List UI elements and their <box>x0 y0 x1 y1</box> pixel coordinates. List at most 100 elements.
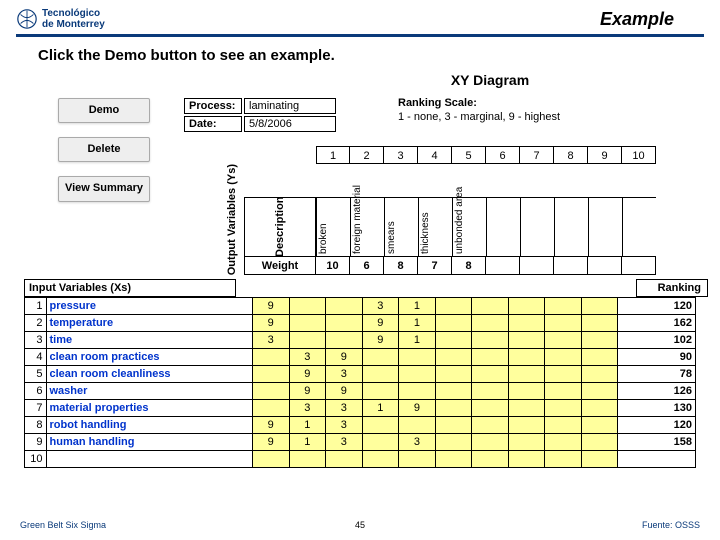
score-cell[interactable] <box>435 315 472 332</box>
score-cell[interactable]: 9 <box>362 332 399 349</box>
score-cell[interactable]: 3 <box>326 417 363 434</box>
score-cell[interactable]: 1 <box>362 400 399 417</box>
score-cell[interactable] <box>472 332 509 349</box>
score-cell[interactable] <box>252 366 289 383</box>
score-cell[interactable] <box>545 417 582 434</box>
score-cell[interactable] <box>289 332 326 349</box>
score-cell[interactable]: 3 <box>326 400 363 417</box>
score-cell[interactable] <box>435 417 472 434</box>
view-summary-button[interactable]: View Summary <box>58 176 150 201</box>
score-cell[interactable] <box>545 332 582 349</box>
score-cell[interactable] <box>545 366 582 383</box>
score-cell[interactable] <box>362 434 399 451</box>
score-cell[interactable]: 1 <box>399 332 436 349</box>
score-cell[interactable] <box>581 315 618 332</box>
score-cell[interactable] <box>326 451 363 468</box>
score-cell[interactable] <box>399 349 436 366</box>
score-cell[interactable] <box>545 298 582 315</box>
score-cell[interactable] <box>581 417 618 434</box>
score-cell[interactable] <box>472 451 509 468</box>
score-cell[interactable] <box>581 400 618 417</box>
score-cell[interactable] <box>252 349 289 366</box>
score-cell[interactable]: 9 <box>252 434 289 451</box>
score-cell[interactable]: 3 <box>252 332 289 349</box>
score-cell[interactable]: 3 <box>289 400 326 417</box>
score-cell[interactable] <box>399 383 436 400</box>
score-cell[interactable] <box>362 451 399 468</box>
demo-button[interactable]: Demo <box>58 98 150 123</box>
score-cell[interactable] <box>472 434 509 451</box>
score-cell[interactable] <box>545 383 582 400</box>
score-cell[interactable] <box>362 383 399 400</box>
score-cell[interactable]: 3 <box>362 298 399 315</box>
score-cell[interactable] <box>435 451 472 468</box>
score-cell[interactable] <box>435 434 472 451</box>
score-cell[interactable] <box>326 332 363 349</box>
score-cell[interactable] <box>508 315 545 332</box>
score-cell[interactable]: 3 <box>399 434 436 451</box>
score-cell[interactable]: 3 <box>326 434 363 451</box>
score-cell[interactable] <box>472 383 509 400</box>
score-cell[interactable] <box>508 417 545 434</box>
score-cell[interactable] <box>435 400 472 417</box>
score-cell[interactable]: 9 <box>362 315 399 332</box>
score-cell[interactable]: 9 <box>252 315 289 332</box>
score-cell[interactable] <box>581 332 618 349</box>
score-cell[interactable] <box>545 434 582 451</box>
score-cell[interactable] <box>472 417 509 434</box>
score-cell[interactable] <box>252 383 289 400</box>
score-cell[interactable] <box>362 417 399 434</box>
score-cell[interactable]: 9 <box>326 383 363 400</box>
score-cell[interactable]: 9 <box>252 417 289 434</box>
score-cell[interactable] <box>362 366 399 383</box>
score-cell[interactable] <box>289 298 326 315</box>
score-cell[interactable] <box>508 434 545 451</box>
score-cell[interactable] <box>472 298 509 315</box>
score-cell[interactable] <box>435 298 472 315</box>
score-cell[interactable] <box>581 349 618 366</box>
score-cell[interactable] <box>289 451 326 468</box>
score-cell[interactable] <box>435 349 472 366</box>
score-cell[interactable]: 9 <box>399 400 436 417</box>
score-cell[interactable] <box>581 366 618 383</box>
score-cell[interactable]: 9 <box>289 383 326 400</box>
score-cell[interactable] <box>581 383 618 400</box>
score-cell[interactable] <box>581 434 618 451</box>
score-cell[interactable]: 1 <box>289 434 326 451</box>
score-cell[interactable] <box>472 400 509 417</box>
score-cell[interactable] <box>252 451 289 468</box>
score-cell[interactable] <box>289 315 326 332</box>
score-cell[interactable] <box>326 298 363 315</box>
score-cell[interactable]: 3 <box>289 349 326 366</box>
score-cell[interactable] <box>508 400 545 417</box>
score-cell[interactable] <box>472 349 509 366</box>
score-cell[interactable] <box>508 332 545 349</box>
score-cell[interactable]: 9 <box>326 349 363 366</box>
score-cell[interactable]: 3 <box>326 366 363 383</box>
score-cell[interactable] <box>362 349 399 366</box>
score-cell[interactable] <box>399 451 436 468</box>
score-cell[interactable] <box>545 451 582 468</box>
score-cell[interactable]: 1 <box>289 417 326 434</box>
score-cell[interactable] <box>508 383 545 400</box>
score-cell[interactable] <box>252 400 289 417</box>
score-cell[interactable] <box>581 451 618 468</box>
score-cell[interactable]: 9 <box>252 298 289 315</box>
score-cell[interactable]: 1 <box>399 315 436 332</box>
delete-button[interactable]: Delete <box>58 137 150 162</box>
score-cell[interactable] <box>399 417 436 434</box>
score-cell[interactable] <box>326 315 363 332</box>
score-cell[interactable] <box>545 400 582 417</box>
score-cell[interactable] <box>508 451 545 468</box>
score-cell[interactable] <box>399 366 436 383</box>
score-cell[interactable] <box>545 315 582 332</box>
score-cell[interactable] <box>508 366 545 383</box>
score-cell[interactable] <box>435 332 472 349</box>
score-cell[interactable]: 1 <box>399 298 436 315</box>
score-cell[interactable] <box>472 315 509 332</box>
score-cell[interactable] <box>472 366 509 383</box>
score-cell[interactable] <box>508 298 545 315</box>
score-cell[interactable] <box>435 383 472 400</box>
score-cell[interactable]: 9 <box>289 366 326 383</box>
score-cell[interactable] <box>435 366 472 383</box>
